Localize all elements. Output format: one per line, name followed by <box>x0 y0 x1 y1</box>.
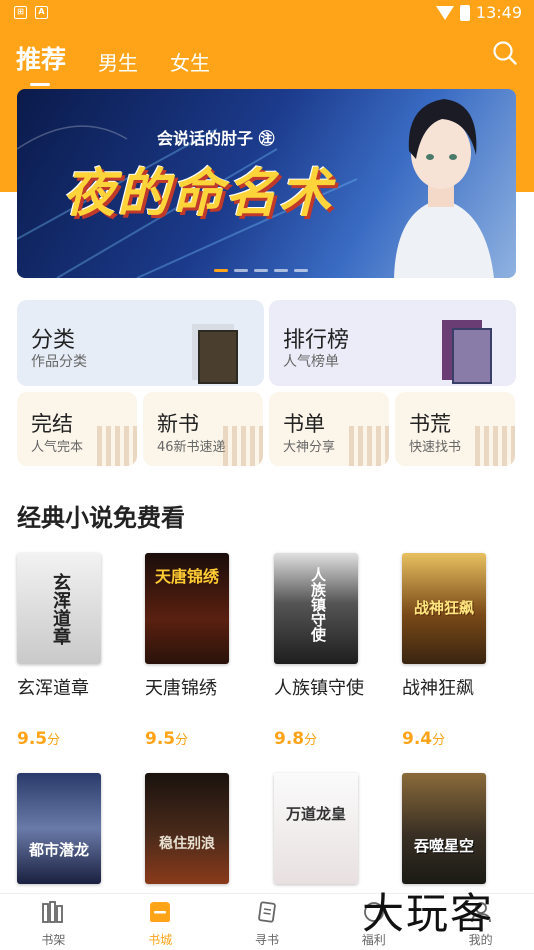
shortcut-decoration <box>97 426 137 466</box>
ranking-subtitle: 人气榜单 <box>283 354 339 370</box>
pager-dot <box>294 269 308 272</box>
ranking-title: 排行榜 <box>283 328 350 353</box>
book-cover: 都市潜龙 <box>17 773 101 884</box>
shortcut-decoration <box>475 426 515 466</box>
book-cover: 天唐锦绣 <box>145 553 229 664</box>
pager-dot <box>234 269 248 272</box>
cover-title: 吞噬星空 <box>413 837 474 855</box>
book-item[interactable]: 天唐锦绣 天唐锦绣 9.5分 <box>145 553 255 749</box>
book-cover: 吞噬星空 <box>402 773 486 884</box>
cover-title: 人族镇守使 <box>309 567 327 642</box>
shortcut-subtitle: 大神分享 <box>283 440 336 455</box>
nav-find-book[interactable]: 寻书 <box>214 894 321 950</box>
shortcut-title: 新书 <box>157 412 199 436</box>
book-item[interactable]: 吞噬星空 <box>402 773 512 884</box>
cover-title: 玄浑道章 <box>50 573 71 645</box>
ranking-books-icon <box>442 320 492 384</box>
promo-banner[interactable]: 会说话的肘子 ㊟ 夜的命名术 <box>17 89 516 278</box>
notification-icon: ⊞ <box>14 6 27 19</box>
category-books-icon <box>192 324 238 384</box>
section-title: 经典小说免费看 <box>17 504 185 532</box>
category-card[interactable]: 分类 作品分类 <box>17 300 264 386</box>
find-book-icon <box>258 901 276 923</box>
book-title: 人族镇守使 <box>274 678 364 699</box>
banner-character-art <box>394 99 494 278</box>
tab-female[interactable]: 女生 <box>170 47 210 76</box>
book-cover: 人族镇守使 <box>274 553 358 664</box>
cover-title: 战神狂飙 <box>413 599 474 617</box>
search-icon[interactable] <box>492 40 518 66</box>
banner-pager <box>214 269 308 272</box>
cover-title: 都市潜龙 <box>28 841 89 859</box>
battery-icon <box>459 4 470 21</box>
nav-bookshelf[interactable]: 书架 <box>0 894 107 950</box>
shortcut-title: 书单 <box>283 412 325 436</box>
shortcut-subtitle: 46新书速递 <box>157 440 226 455</box>
book-item[interactable]: 万道龙皇 <box>274 773 384 884</box>
wifi-icon <box>435 5 454 20</box>
shortcut-decoration <box>223 426 263 466</box>
shortcut-title: 书荒 <box>409 412 451 436</box>
book-score: 9.4分 <box>402 729 446 749</box>
book-cover: 玄浑道章 <box>17 553 101 664</box>
shortcut-subtitle: 人气完本 <box>31 440 84 455</box>
shortcut-find-books[interactable]: 书荒 快速找书 <box>395 392 515 466</box>
book-item[interactable]: 人族镇守使 人族镇守使 9.8分 <box>274 553 384 749</box>
book-title: 天唐锦绣 <box>145 678 217 699</box>
ranking-card[interactable]: 排行榜 人气榜单 <box>269 300 516 386</box>
category-subtitle: 作品分类 <box>31 354 87 370</box>
cover-title: 万道龙皇 <box>285 805 346 823</box>
book-item[interactable]: 战神狂飙 战神狂飙 9.4分 <box>402 553 512 749</box>
cover-title: 天唐锦绣 <box>154 567 219 586</box>
status-time: 13:49 <box>475 3 522 22</box>
pager-dot <box>274 269 288 272</box>
tab-recommend[interactable]: 推荐 <box>16 40 66 86</box>
shortcut-subtitle: 快速找书 <box>409 440 462 455</box>
shortcut-new-books[interactable]: 新书 46新书速递 <box>143 392 263 466</box>
shortcut-decoration <box>349 426 389 466</box>
book-cover: 万道龙皇 <box>274 773 358 884</box>
book-item[interactable]: 都市潜龙 <box>17 773 127 884</box>
shortcut-booklist[interactable]: 书单 大神分享 <box>269 392 389 466</box>
book-cover: 稳住别浪 <box>145 773 229 884</box>
cover-title: 稳住别浪 <box>159 836 215 852</box>
book-item[interactable]: 稳住别浪 <box>145 773 255 884</box>
book-score: 9.5分 <box>17 729 61 749</box>
app-a-icon: A <box>35 6 48 19</box>
book-title: 玄浑道章 <box>17 678 89 699</box>
pager-dot <box>254 269 268 272</box>
banner-title: 夜的命名术 <box>63 164 334 224</box>
book-title: 战神狂飙 <box>402 678 474 699</box>
nav-label: 寻书 <box>254 933 279 947</box>
nav-label: 书架 <box>41 933 66 947</box>
book-score: 9.8分 <box>274 729 318 749</box>
tab-male[interactable]: 男生 <box>98 47 138 76</box>
nav-bookstore[interactable]: 书城 <box>107 894 214 950</box>
banner-author: 会说话的肘子 ㊟ <box>157 129 275 148</box>
pager-dot <box>214 269 228 272</box>
nav-label: 书城 <box>148 933 173 947</box>
category-title: 分类 <box>31 328 76 353</box>
shortcut-title: 完结 <box>31 412 73 436</box>
shortcut-completed[interactable]: 完结 人气完本 <box>17 392 137 466</box>
book-score: 9.5分 <box>145 729 189 749</box>
watermark-text: 大玩客 <box>362 889 495 938</box>
top-tabs: 推荐 男生 女生 <box>16 36 210 86</box>
status-bar: ⊞ A 13:49 <box>0 0 534 28</box>
book-cover: 战神狂飙 <box>402 553 486 664</box>
bookstore-icon <box>150 902 171 922</box>
bookshelf-icon <box>42 901 64 923</box>
book-item[interactable]: 玄浑道章 玄浑道章 9.5分 <box>17 553 127 749</box>
